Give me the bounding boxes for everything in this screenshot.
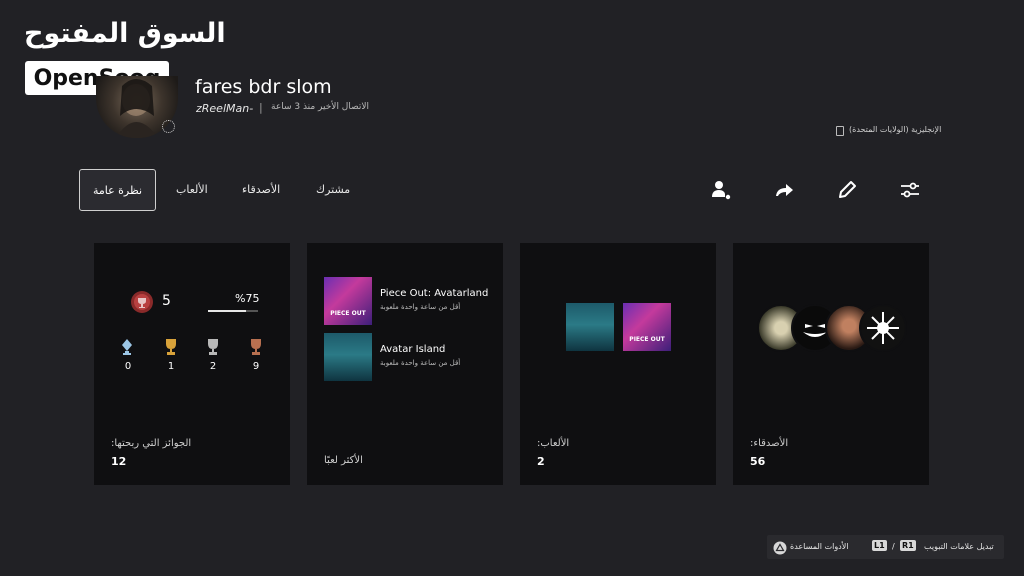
game-sub-1: أقل من ساعة واحدة ملعوبة [380,303,461,311]
edit-icon[interactable] [835,178,859,202]
game-title-2: Avatar Island [380,344,446,355]
trophies-total: 12 [111,455,127,468]
tab-overview[interactable]: نظرة عامة [79,169,156,211]
silver-count: 2 [209,361,217,372]
help-tools-label: الأدوات المساعدة [790,542,849,551]
friends-label: الأصدقاء: [750,438,789,449]
person-add-icon[interactable] [709,178,733,202]
tab-friends[interactable]: الأصدقاء [242,183,280,196]
silver-trophy-icon [205,338,221,360]
language-label: الإنجليزية (الولايات المتحدة) [849,125,942,134]
online-id: zReelMan- [196,102,254,115]
gold-trophy-icon [163,338,179,360]
last-seen: الاتصال الأخير منذ 3 ساعة [271,102,370,112]
trophy-progress-text: %75 [235,292,260,305]
r1-button: R1 [900,540,916,551]
friends-count: 56 [750,455,766,468]
thumb-text-small: PIECE OUT [629,336,665,343]
progress-fill [208,310,246,312]
switch-tabs-label: تبديل علامات التبويب [924,542,994,551]
tab-overview-label: نظرة عامة [92,183,143,197]
footer-hints: الأدوات المساعدة L1 / R1 تبديل علامات ال… [767,535,1004,559]
watermark-arabic: السوق المفتوح [24,18,227,49]
profile-name: fares bdr slom [195,76,332,98]
platinum-trophy-icon [120,338,134,360]
games-label: الألعاب: [537,438,570,449]
trophies-card[interactable]: 5 %75 0 1 2 9 الجوائز التي ربحتها: 12 [94,243,290,485]
separator: | [259,101,263,114]
triangle-button-icon [773,540,787,559]
options-icon[interactable] [898,178,922,202]
game-thumb-avatar-island-small [566,303,614,351]
bronze-count: 9 [252,361,260,372]
tab-shared[interactable]: مشترك [316,183,350,196]
game-title-1: Piece Out: Avatarland [380,288,489,299]
games-card[interactable]: PIECE OUT الألعاب: 2 [520,243,716,485]
friend-avatar-4 [859,304,907,352]
trophies-label: الجوائز التي ربحتها: [111,438,192,449]
game-thumb-piece-out: PIECE OUT [324,277,372,325]
lock-icon [836,126,844,136]
game-sub-2: أقل من ساعة واحدة ملعوبة [380,359,461,367]
games-count: 2 [537,455,545,468]
trophy-level-icon [130,290,154,318]
game-thumb-avatar-island [324,333,372,381]
trophy-level: 5 [162,293,171,309]
most-played-card[interactable]: PIECE OUT Piece Out: Avatarland أقل من س… [307,243,503,485]
tab-games[interactable]: الألعاب [176,183,208,196]
progress-track [208,310,258,312]
bronze-trophy-icon [248,338,264,360]
game-thumb-piece-out-small: PIECE OUT [623,303,671,351]
platinum-count: 0 [124,361,132,372]
status-loading-icon [162,120,175,133]
thumb-text: PIECE OUT [330,310,366,317]
slash: / [892,542,895,551]
friends-card[interactable]: الأصدقاء: 56 [733,243,929,485]
share-icon[interactable] [772,178,796,202]
most-played-label: الأكثر لعبًا [324,455,363,466]
gold-count: 1 [167,361,175,372]
l1-button: L1 [872,540,887,551]
